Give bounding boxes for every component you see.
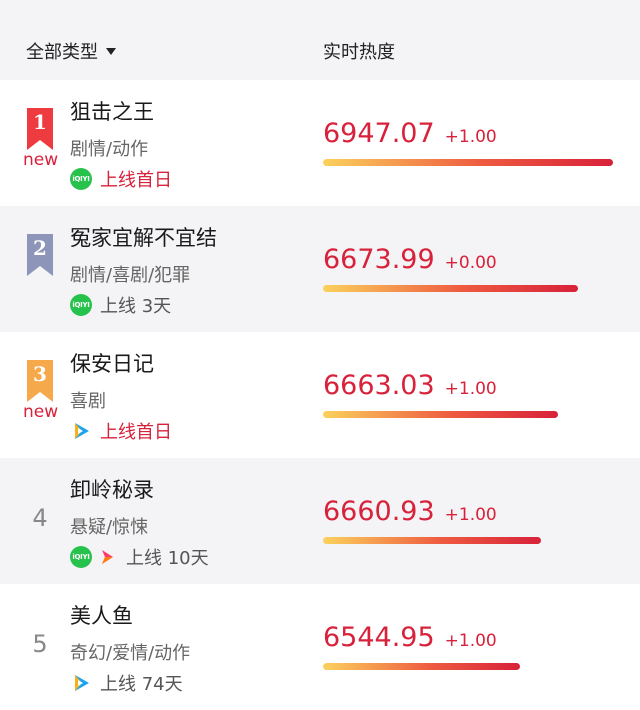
heat-delta: +1.00 bbox=[444, 379, 497, 399]
ranking-row[interactable]: 1 new 狙击之王剧情/动作 iQIYI 上线首日 6947.07 +1.00 bbox=[0, 80, 640, 206]
ranking-row[interactable]: 3 new 保安日记喜剧上线首日 6663.03 +1.00 bbox=[0, 332, 640, 458]
mango-tv-icon bbox=[102, 550, 113, 564]
online-days: 上线 74天 bbox=[100, 674, 183, 695]
online-days: 上线首日 bbox=[100, 170, 172, 191]
heat-value-group: 6663.03 +1.00 bbox=[323, 370, 497, 401]
show-genre: 悬疑/惊悚 bbox=[70, 517, 149, 538]
show-genre: 喜剧 bbox=[70, 391, 106, 412]
online-days: 上线首日 bbox=[100, 422, 172, 443]
iqiyi-icon: iQIYI bbox=[70, 168, 92, 190]
new-tag: new bbox=[23, 402, 59, 422]
realtime-heat-header: 实时热度 bbox=[323, 42, 395, 63]
rank-number: 3 bbox=[33, 362, 47, 386]
ranking-row[interactable]: 4 卸岭秘录悬疑/惊悚 iQIYI 上线 10天 6660.93 +1.00 bbox=[0, 458, 640, 584]
type-filter-label: 全部类型 bbox=[26, 42, 98, 63]
heat-bar bbox=[323, 537, 541, 544]
heat-value-group: 6660.93 +1.00 bbox=[323, 496, 497, 527]
heat-value: 6660.93 bbox=[323, 496, 435, 527]
heat-delta: +0.00 bbox=[444, 253, 497, 273]
online-days: 上线 3天 bbox=[100, 296, 172, 317]
iqiyi-icon: iQIYI bbox=[70, 294, 92, 316]
caret-down-icon bbox=[106, 47, 116, 55]
list-header: 全部类型 实时热度 bbox=[0, 0, 640, 80]
show-title[interactable]: 美人鱼 bbox=[70, 600, 133, 630]
heat-bar bbox=[323, 663, 520, 670]
rank-badge: 2 bbox=[26, 234, 54, 276]
online-days: 上线 10天 bbox=[126, 548, 209, 569]
online-status: iQIYI 上线 3天 bbox=[70, 293, 171, 317]
online-status: 上线 74天 bbox=[70, 671, 183, 695]
tencent-video-icon bbox=[75, 675, 89, 691]
show-genre: 奇幻/爱情/动作 bbox=[70, 643, 191, 664]
type-filter-dropdown[interactable]: 全部类型 bbox=[26, 38, 116, 64]
ranking-row[interactable]: 5 美人鱼奇幻/爱情/动作上线 74天 6544.95 +1.00 bbox=[0, 584, 640, 710]
heat-value: 6544.95 bbox=[323, 622, 435, 653]
rank-number: 1 bbox=[33, 110, 47, 134]
heat-bar bbox=[323, 411, 558, 418]
rank-number: 5 bbox=[32, 630, 48, 658]
new-tag: new bbox=[23, 150, 59, 170]
heat-value: 6663.03 bbox=[323, 370, 435, 401]
online-status: iQIYI 上线 10天 bbox=[70, 545, 209, 569]
show-title[interactable]: 保安日记 bbox=[70, 348, 154, 378]
ranking-row[interactable]: 2 冤家宜解不宜结剧情/喜剧/犯罪 iQIYI 上线 3天 6673.99 +0.00 bbox=[0, 206, 640, 332]
rank-badge: 1 bbox=[26, 108, 54, 150]
heat-value: 6673.99 bbox=[323, 244, 435, 275]
show-genre: 剧情/喜剧/犯罪 bbox=[70, 265, 191, 286]
rank-number: 4 bbox=[32, 504, 48, 532]
show-title[interactable]: 狙击之王 bbox=[70, 96, 154, 126]
heat-value-group: 6673.99 +0.00 bbox=[323, 244, 497, 275]
tencent-video-icon bbox=[75, 423, 89, 439]
iqiyi-icon: iQIYI bbox=[70, 546, 92, 568]
online-status: 上线首日 bbox=[70, 419, 172, 443]
heat-bar bbox=[323, 285, 578, 292]
heat-delta: +1.00 bbox=[444, 631, 497, 651]
show-genre: 剧情/动作 bbox=[70, 139, 149, 160]
heat-delta: +1.00 bbox=[444, 505, 497, 525]
heat-delta: +1.00 bbox=[444, 127, 497, 147]
online-status: iQIYI 上线首日 bbox=[70, 167, 172, 191]
rank-badge: 3 bbox=[26, 360, 54, 402]
heat-bar bbox=[323, 159, 613, 166]
heat-value: 6947.07 bbox=[323, 118, 435, 149]
show-title[interactable]: 卸岭秘录 bbox=[70, 474, 154, 504]
show-title[interactable]: 冤家宜解不宜结 bbox=[70, 222, 217, 252]
heat-value-group: 6947.07 +1.00 bbox=[323, 118, 497, 149]
rank-number: 2 bbox=[33, 236, 47, 260]
heat-value-group: 6544.95 +1.00 bbox=[323, 622, 497, 653]
